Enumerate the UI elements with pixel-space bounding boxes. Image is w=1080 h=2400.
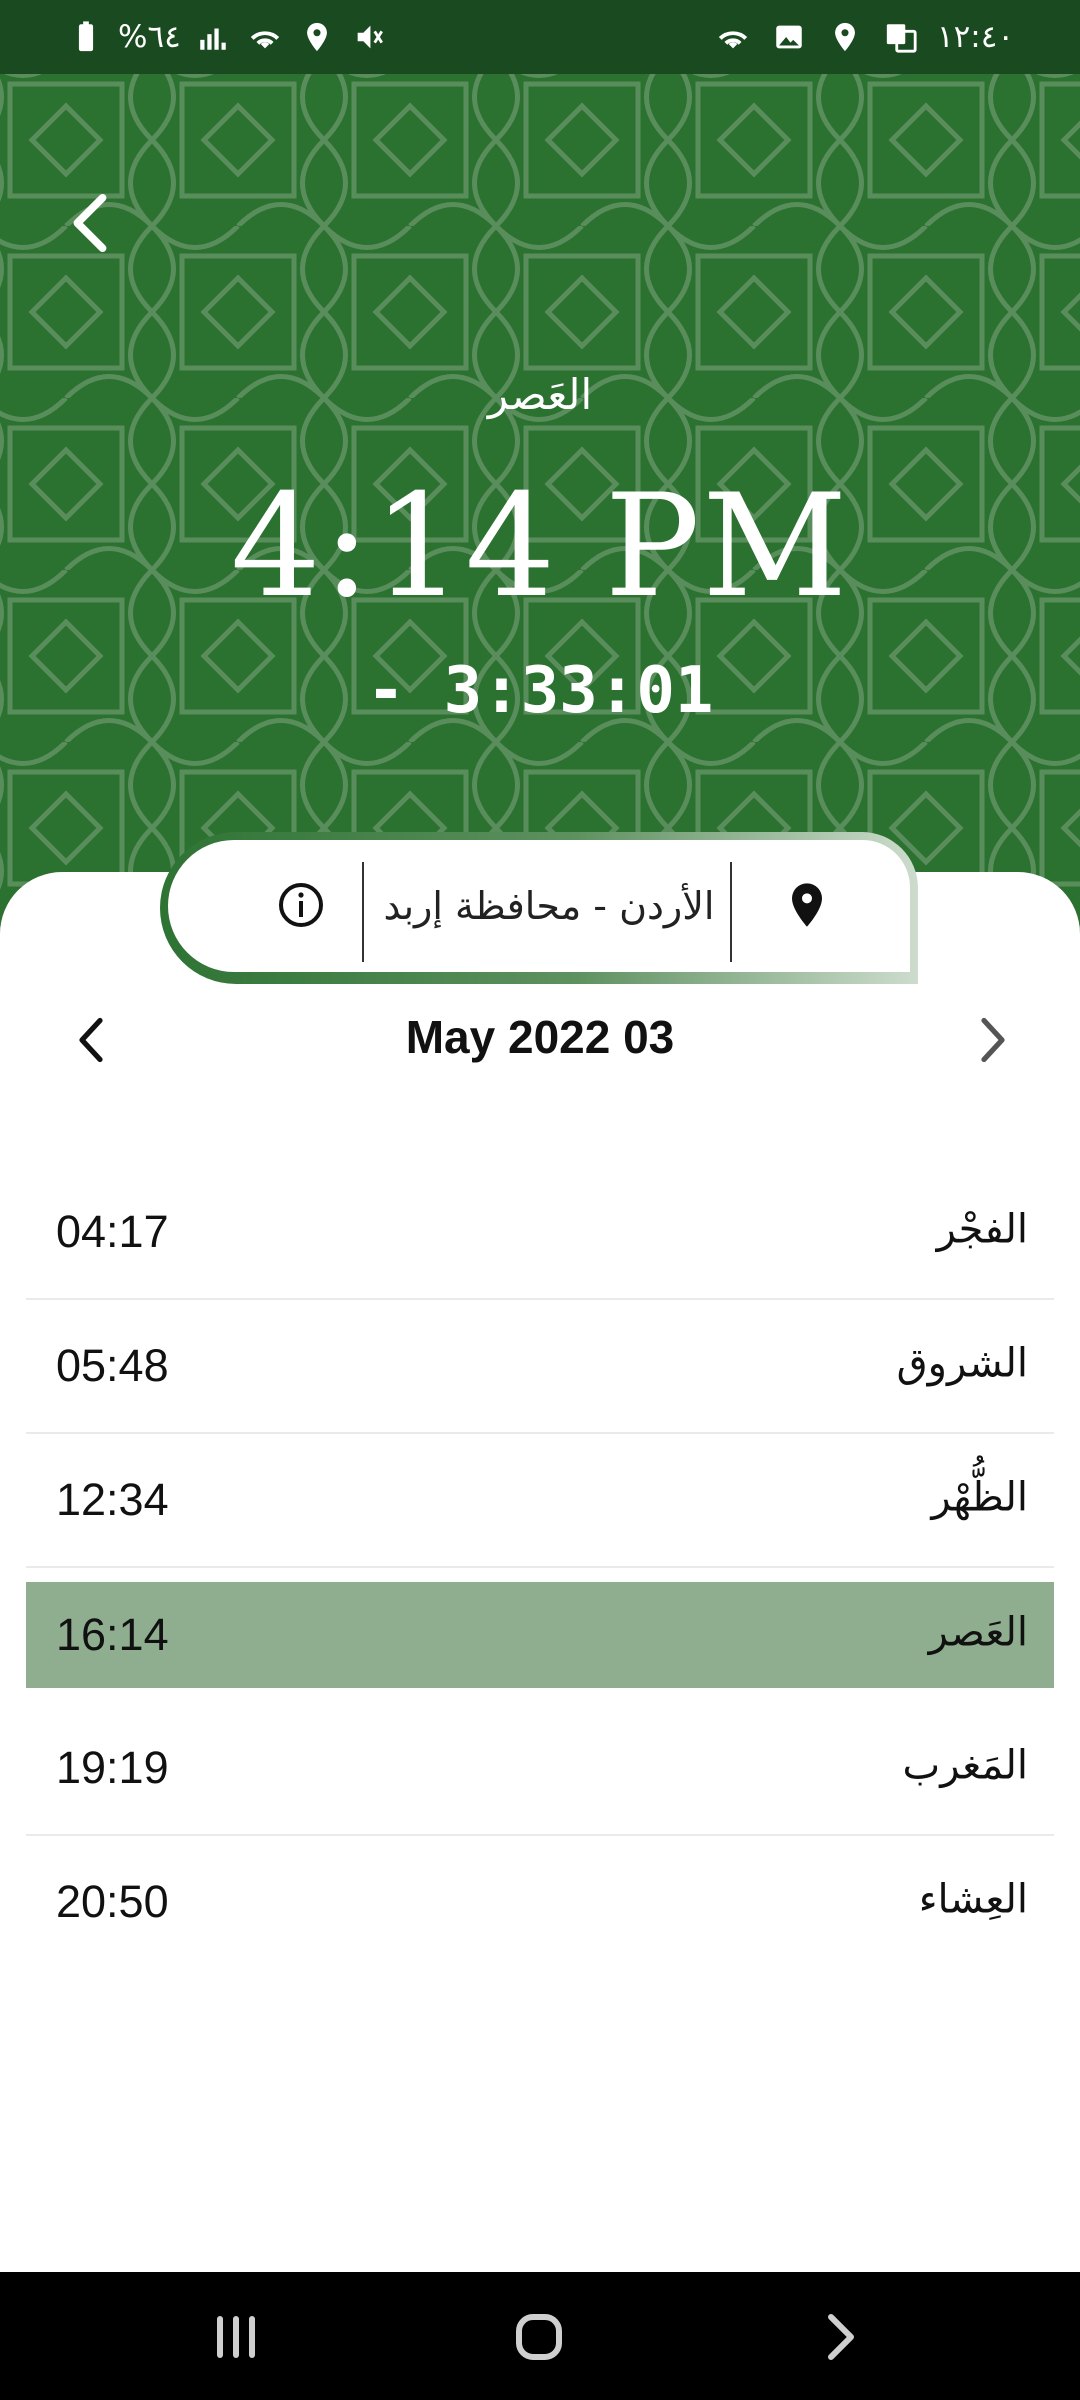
prayer-name: الفجْر <box>936 1206 1028 1253</box>
current-date: May 2022 03 <box>405 1011 675 1063</box>
divider <box>730 862 732 962</box>
prayer-name: العِشاء <box>918 1876 1028 1923</box>
location-pin-button[interactable] <box>778 876 836 934</box>
back-icon <box>828 2314 854 2360</box>
status-bar: %٦٤ ١٢:٤٠ <box>0 0 1080 74</box>
countdown-timer: - 3:33:01 <box>366 654 714 728</box>
prayer-time: 19:19 <box>56 1742 169 1793</box>
chevron-right-icon <box>981 1017 1005 1063</box>
prayer-name: المَغرب <box>902 1742 1028 1789</box>
chevron-left-icon <box>79 1017 103 1063</box>
prayer-row-dhuhr: 12:34 الظُّهْر <box>26 1434 1054 1568</box>
recent-apps-button[interactable] <box>191 2302 281 2372</box>
prayer-row-asr-current: 16:14 العَصر <box>26 1582 1054 1688</box>
prayer-row-sunrise: 05:48 الشروق <box>26 1300 1054 1434</box>
info-icon <box>279 883 323 927</box>
prayer-time: 16:14 <box>56 1609 169 1660</box>
prayer-name: الشروق <box>896 1340 1028 1387</box>
battery-level: %٦٤ <box>118 19 181 55</box>
wifi-icon <box>245 17 285 57</box>
wifi-icon <box>713 17 753 57</box>
translate-icon <box>881 17 921 57</box>
prayer-name: الظُّهْر <box>931 1474 1028 1521</box>
prayer-time: 12:34 <box>56 1474 169 1525</box>
location-pin-icon <box>792 883 822 927</box>
prayer-time: 05:48 <box>56 1340 169 1391</box>
date-navigator: May 2022 03 <box>0 1000 1080 1080</box>
clock: ١٢:٤٠ <box>936 19 1014 55</box>
previous-day-button[interactable] <box>60 1008 122 1072</box>
location-icon <box>297 17 337 57</box>
prayer-row-maghrib: 19:19 المَغرب <box>26 1702 1054 1836</box>
prayer-times-list: 04:17 الفجْر 05:48 الشروق 12:34 الظُّهْر… <box>26 1166 1054 1968</box>
home-icon <box>516 2314 562 2360</box>
prayer-name: العَصر <box>928 1609 1028 1656</box>
signal-icon <box>193 17 233 57</box>
location-text[interactable]: الأردن - محافظة إربد <box>374 874 724 938</box>
location-bar: الأردن - محافظة إربد <box>160 832 918 984</box>
current-prayer-time: 4:14 PM <box>230 464 850 629</box>
divider <box>362 862 364 962</box>
home-button[interactable] <box>494 2302 584 2372</box>
mute-icon <box>349 17 389 57</box>
recent-apps-icon <box>217 2316 255 2358</box>
location-icon <box>825 17 865 57</box>
back-button[interactable] <box>58 184 120 262</box>
prayer-time: 04:17 <box>56 1206 169 1257</box>
current-prayer-name: العَصر <box>487 370 593 419</box>
status-left: %٦٤ <box>66 14 389 60</box>
back-arrow-icon <box>73 193 107 253</box>
status-right: ١٢:٤٠ <box>713 14 1014 60</box>
next-day-button[interactable] <box>962 1008 1024 1072</box>
info-button[interactable] <box>268 872 334 938</box>
location-bar-inner: الأردن - محافظة إربد <box>168 840 910 972</box>
prayer-row-isha: 20:50 العِشاء <box>26 1836 1054 1968</box>
battery-charging-icon <box>66 17 106 57</box>
prayer-row-fajr: 04:17 الفجْر <box>26 1166 1054 1300</box>
nav-back-button[interactable] <box>796 2302 886 2372</box>
gallery-icon <box>769 17 809 57</box>
prayer-time: 20:50 <box>56 1876 169 1927</box>
system-nav-bar <box>0 2272 1080 2400</box>
